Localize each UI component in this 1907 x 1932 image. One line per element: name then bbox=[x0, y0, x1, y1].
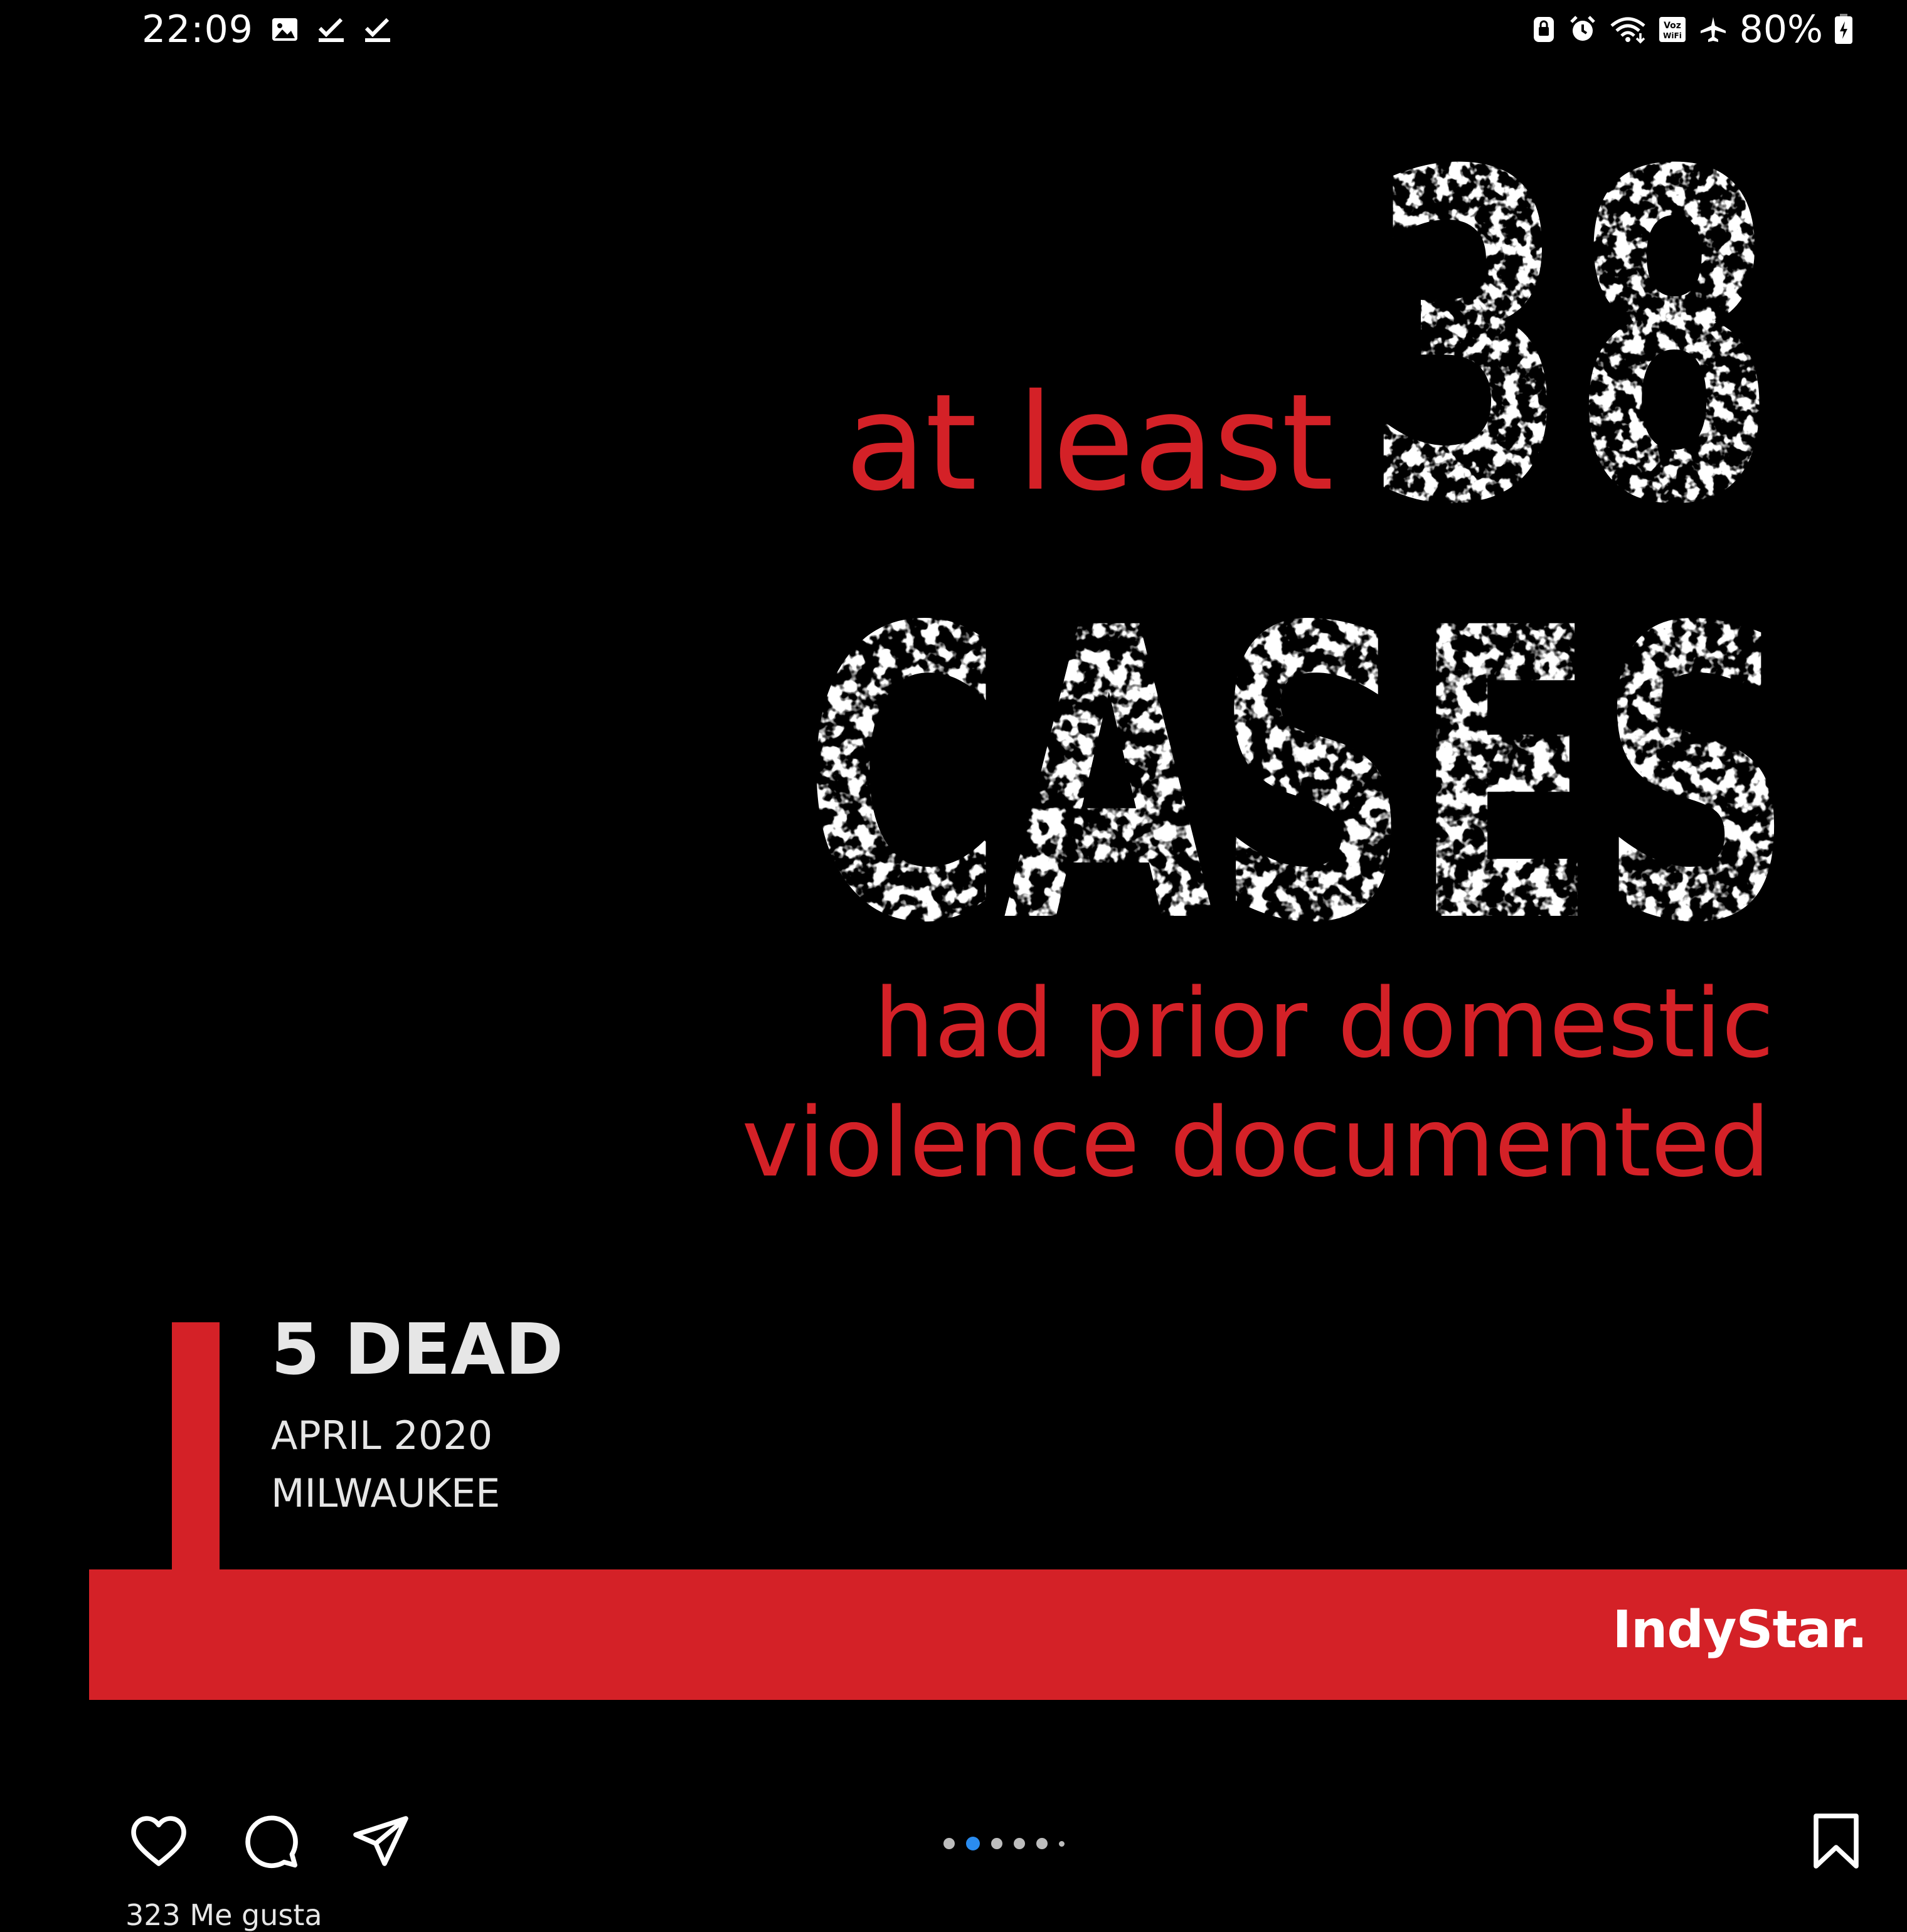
send-icon bbox=[353, 1816, 408, 1866]
carousel-dot bbox=[1036, 1838, 1048, 1849]
image-icon bbox=[270, 14, 300, 45]
timeline-bar: IndyStar. bbox=[89, 1569, 1907, 1700]
timeline-marker bbox=[172, 1322, 220, 1573]
cases-word: CASES bbox=[803, 590, 1794, 928]
battery-icon bbox=[1834, 14, 1853, 45]
status-time: 22:09 bbox=[142, 8, 253, 51]
voz-wifi-icon: Voz WiFi bbox=[1658, 14, 1687, 45]
share-button[interactable] bbox=[346, 1807, 415, 1876]
carousel-dot bbox=[991, 1838, 1002, 1849]
headline-line-1: had prior domestic bbox=[874, 968, 1774, 1079]
post-action-bar bbox=[0, 1807, 1907, 1882]
bookmark-icon bbox=[1814, 1813, 1859, 1869]
city-label: MILWAUKEE bbox=[271, 1470, 501, 1516]
carousel-indicator bbox=[943, 1837, 1065, 1850]
lock-icon bbox=[1531, 14, 1556, 45]
dead-count-label: 5 DEAD bbox=[271, 1309, 564, 1391]
date-label: APRIL 2020 bbox=[271, 1413, 493, 1458]
big-number-text: 38 bbox=[1364, 158, 1778, 509]
likes-count[interactable]: 323 Me gusta bbox=[125, 1901, 322, 1929]
wifi-label: WiFi bbox=[1663, 31, 1682, 40]
save-button[interactable] bbox=[1802, 1807, 1871, 1876]
comment-icon bbox=[245, 1815, 298, 1869]
at-least-label: at least bbox=[844, 365, 1334, 520]
carousel-dot-active bbox=[966, 1837, 980, 1850]
comment-button[interactable] bbox=[236, 1807, 305, 1876]
big-number-38: 38 bbox=[1364, 158, 1778, 509]
check-icon bbox=[316, 14, 346, 45]
brand-logo: IndyStar. bbox=[1612, 1600, 1867, 1660]
battery-percent: 80% bbox=[1739, 8, 1823, 51]
status-left: 22:09 bbox=[142, 8, 393, 51]
heart-icon bbox=[131, 1816, 186, 1866]
alarm-icon bbox=[1568, 14, 1598, 45]
headline-line-2: violence documented bbox=[741, 1087, 1770, 1198]
airplane-icon bbox=[1698, 14, 1728, 45]
carousel-dot bbox=[1059, 1840, 1065, 1847]
post-image[interactable]: 38 at least CASES had prior domestic vio… bbox=[0, 63, 1907, 1756]
status-bar: 22:09 Voz WiFi 80% bbox=[0, 0, 1907, 63]
check-icon bbox=[363, 14, 393, 45]
status-right: Voz WiFi 80% bbox=[1531, 8, 1853, 51]
carousel-dot bbox=[1014, 1838, 1025, 1849]
like-button[interactable] bbox=[124, 1807, 193, 1876]
cases-text: CASES bbox=[803, 590, 1794, 928]
voz-label: Voz bbox=[1664, 21, 1681, 31]
wifi-icon bbox=[1609, 14, 1647, 45]
carousel-dot bbox=[943, 1838, 955, 1849]
